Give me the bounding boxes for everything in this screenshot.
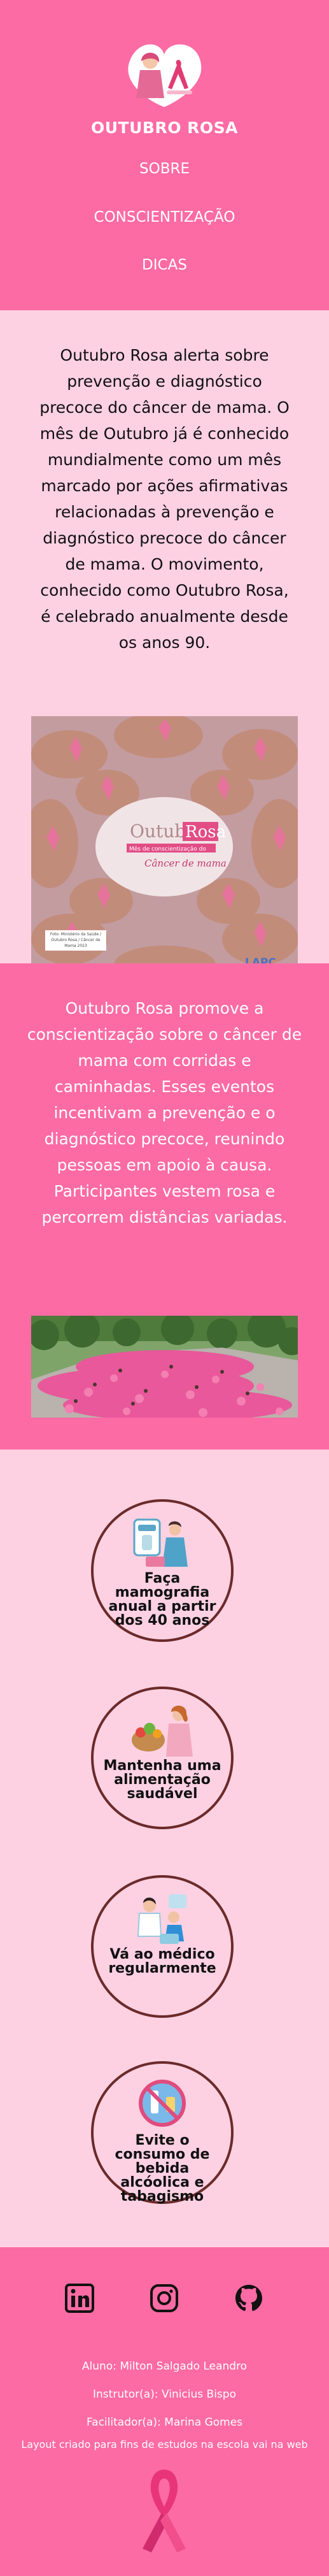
tip-card-mammography[interactable]: Faça mamografia anual a partir dos 40 an… bbox=[91, 1499, 234, 1642]
footer-instructor: Instrutor(a): Vinicius Bispo bbox=[93, 2388, 236, 2401]
doctor-visit-icon bbox=[129, 1892, 195, 1945]
site-header: OUTUBRO ROSA SOBRE CONSCIENTIZAÇÃO DICAS bbox=[0, 0, 329, 310]
tip-card-avoid-alcohol-tobacco[interactable]: Evite o consumo de bebida alcóolica e ta… bbox=[91, 2061, 234, 2204]
photo-title-rosa: Rosa bbox=[185, 823, 226, 842]
linkedin-icon[interactable] bbox=[64, 2283, 95, 2313]
pink-ribbon-icon bbox=[140, 2466, 188, 2555]
hands-ribbon-photo: Outubro Rosa Mês de conscientização do C… bbox=[31, 716, 298, 979]
tip-card-doctor[interactable]: Vá ao médico regularmente bbox=[91, 1875, 234, 2018]
about-section: Outubro Rosa alerta sobre prevenção e di… bbox=[0, 310, 329, 979]
photo-caption: Foto: Ministério da Saúde / Outubro Rosa… bbox=[45, 930, 106, 951]
awareness-text: Outubro Rosa promove a conscientização s… bbox=[27, 999, 302, 1227]
tip-label: Evite o consumo de bebida alcóolica e ta… bbox=[115, 2133, 210, 2205]
tip-label: Vá ao médico regularmente bbox=[108, 1946, 216, 1976]
site-title: OUTUBRO ROSA bbox=[90, 119, 239, 137]
about-text: Outubro Rosa alerta sobre prevenção e di… bbox=[39, 346, 290, 652]
pink-ribbon-logo[interactable] bbox=[122, 40, 206, 110]
tips-section: Faça mamografia anual a partir dos 40 an… bbox=[0, 1450, 329, 2247]
mammography-icon bbox=[129, 1516, 195, 1569]
tip-card-healthy-food[interactable]: Mantenha uma alimentação saudável bbox=[91, 1687, 234, 1829]
github-icon[interactable] bbox=[234, 2283, 264, 2313]
nav-link-sobre[interactable]: SOBRE bbox=[0, 161, 329, 177]
footer-note: Layout criado para fins de estudos na es… bbox=[21, 2438, 308, 2450]
footer-student: Aluno: Milton Salgado Leandro bbox=[81, 2360, 248, 2373]
no-smoking-drinking-icon bbox=[129, 2078, 195, 2131]
tip-label: Faça mamografia anual a partir dos 40 an… bbox=[108, 1571, 216, 1629]
photo-script: Câncer de mama bbox=[144, 858, 227, 869]
pink-walk-photo bbox=[31, 1316, 298, 1418]
healthy-food-icon bbox=[129, 1703, 195, 1757]
footer-facilitator: Facilitador(a): Marina Gomes bbox=[86, 2416, 243, 2429]
nav-link-conscientizacao[interactable]: CONSCIENTIZAÇÃO bbox=[0, 209, 329, 226]
tip-label: Mantenha uma alimentação saudável bbox=[103, 1758, 221, 1802]
photo-subtitle: Mês de conscientização do bbox=[129, 845, 206, 853]
site-footer: Aluno: Milton Salgado Leandro Instrutor(… bbox=[0, 2247, 329, 2576]
nav-link-dicas[interactable]: DICAS bbox=[0, 257, 329, 273]
awareness-section: Outubro Rosa promove a conscientização s… bbox=[0, 963, 329, 1450]
instagram-icon[interactable] bbox=[149, 2283, 179, 2313]
